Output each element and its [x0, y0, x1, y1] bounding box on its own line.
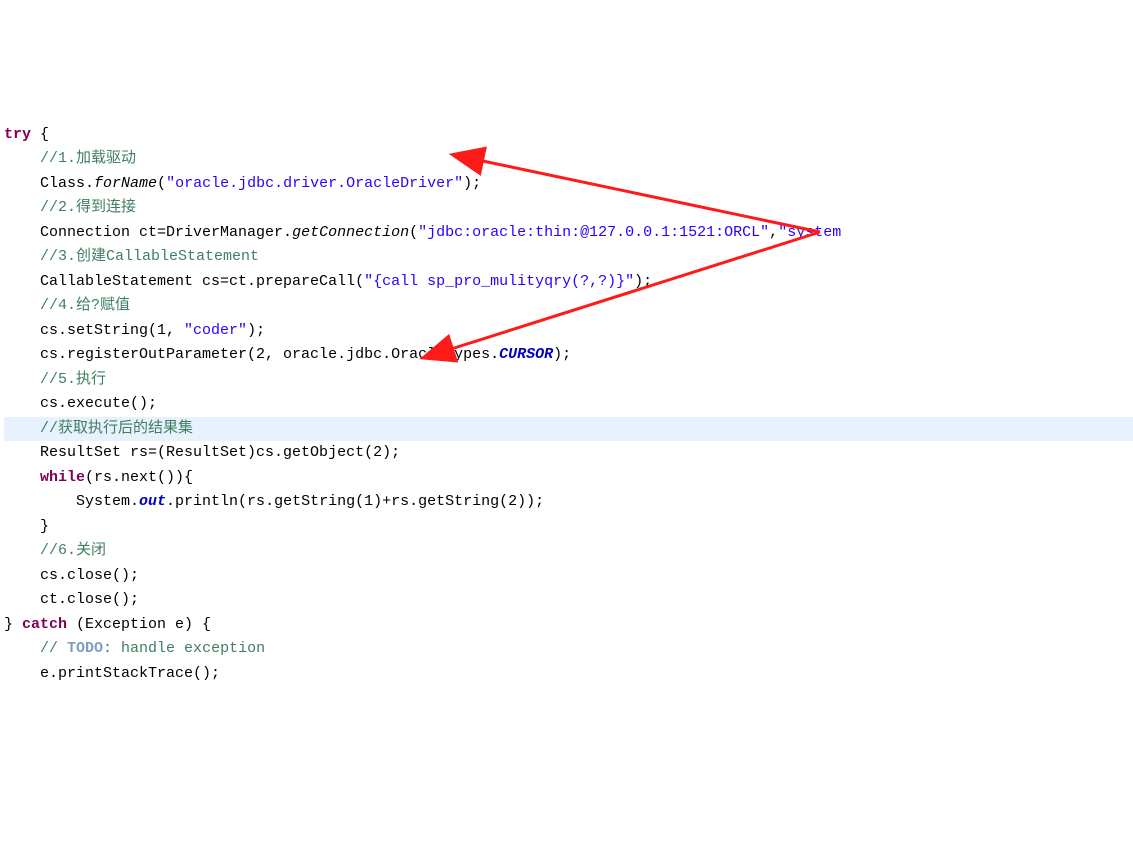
line-17: } [4, 518, 49, 535]
line-20: ct.close(); [4, 591, 139, 608]
line-23: e.printStackTrace(); [4, 665, 220, 682]
line-15: while(rs.next()){ [4, 469, 193, 486]
line-10: cs.registerOutParameter(2, oracle.jdbc.O… [4, 346, 571, 363]
line-5: Connection ct=DriverManager.getConnectio… [4, 224, 841, 241]
line-4: //2.得到连接 [4, 199, 136, 216]
line-14: ResultSet rs=(ResultSet)cs.getObject(2); [4, 444, 400, 461]
line-6: //3.创建CallableStatement [4, 248, 259, 265]
line-12: cs.execute(); [4, 395, 157, 412]
line-1: try { [4, 126, 49, 143]
line-19: cs.close(); [4, 567, 139, 584]
line-7: CallableStatement cs=ct.prepareCall("{ca… [4, 273, 652, 290]
line-8: //4.给?赋值 [4, 297, 130, 314]
line-21: } catch (Exception e) { [4, 616, 211, 633]
line-18: //6.关闭 [4, 542, 106, 559]
line-22: // TODO: handle exception [4, 640, 265, 657]
line-2: //1.加载驱动 [4, 150, 136, 167]
line-13: //获取执行后的结果集 [4, 417, 1133, 442]
line-11: //5.执行 [4, 371, 106, 388]
line-9: cs.setString(1, "coder"); [4, 322, 265, 339]
code-block: try { //1.加载驱动 Class.forName("oracle.jdb… [0, 98, 1133, 686]
line-3: Class.forName("oracle.jdbc.driver.Oracle… [4, 175, 481, 192]
line-16: System.out.println(rs.getString(1)+rs.ge… [4, 493, 544, 510]
